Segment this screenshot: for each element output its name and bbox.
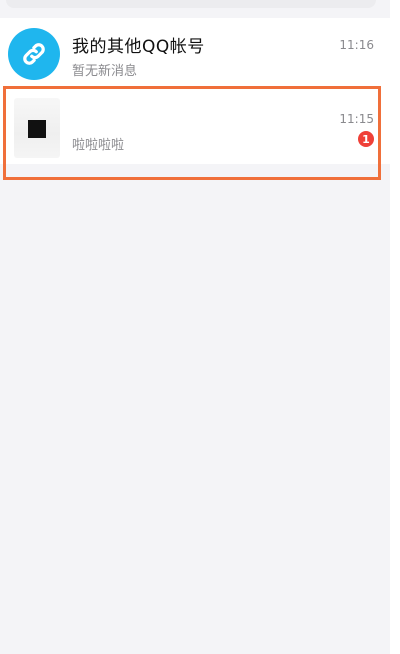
right-margin (390, 0, 400, 654)
conversation-item-contact[interactable]: 啦啦啦啦 11:15 1 (0, 92, 390, 164)
message-list-screen: 我的其他QQ帐号 暂无新消息 11:16 啦啦啦啦 11:15 1 (0, 0, 390, 654)
unread-badge: 1 (358, 131, 374, 147)
redacted-avatar-block (28, 120, 46, 138)
conversation-item-other-accounts[interactable]: 我的其他QQ帐号 暂无新消息 11:16 (0, 18, 390, 92)
link-icon (23, 43, 45, 65)
conversation-time: 11:15 (339, 112, 374, 126)
conversation-title: 我的其他QQ帐号 (72, 37, 205, 57)
conversation-preview: 啦啦啦啦 (72, 138, 125, 153)
conversation-time: 11:16 (339, 38, 374, 52)
avatar (8, 28, 60, 80)
top-divider (6, 0, 376, 8)
conversation-preview: 暂无新消息 (72, 64, 138, 79)
avatar (14, 98, 60, 158)
